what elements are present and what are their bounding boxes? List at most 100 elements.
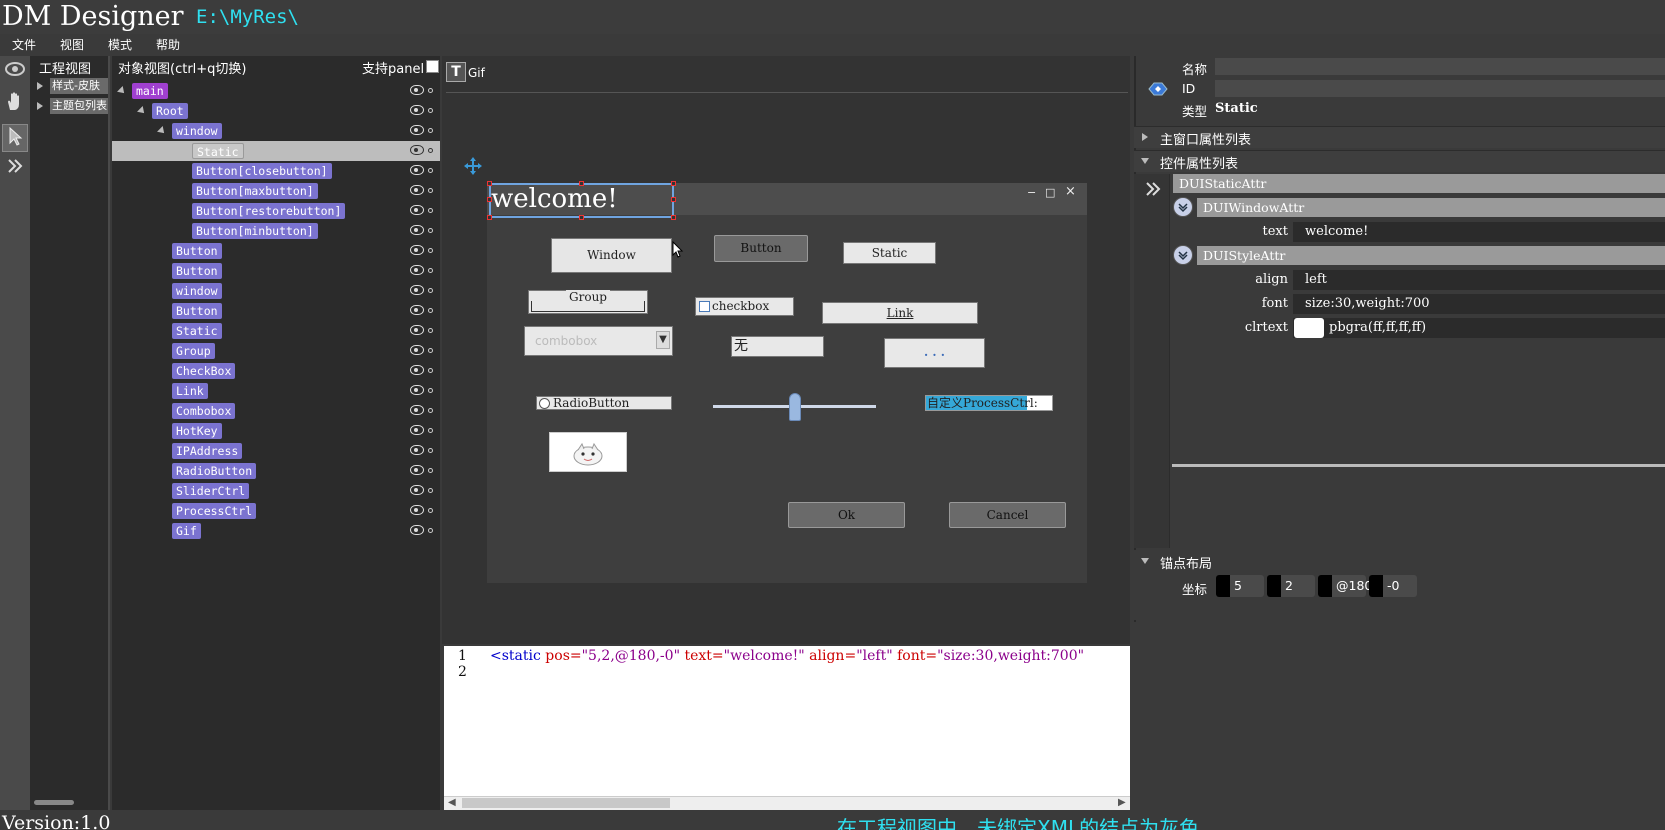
double-chevron-right-icon[interactable] [1145,180,1161,203]
tree-node[interactable]: Button[closebutton] [112,161,440,181]
anchor-y-field[interactable]: 2 [1267,575,1315,597]
id-field[interactable] [1215,80,1665,97]
tree-node[interactable]: main [112,81,440,101]
tree-node[interactable]: Button[maxbutton] [112,181,440,201]
lock-dot-icon[interactable] [428,228,433,233]
visibility-eye-icon[interactable] [410,125,424,135]
code-line[interactable]: <static pos="5,2,@180,-0" text="welcome!… [490,648,1084,664]
menu-help[interactable]: 帮助 [156,36,180,53]
resize-handle[interactable] [671,215,676,220]
tree-node-label[interactable]: window [172,123,222,139]
tree-node[interactable]: Button [112,241,440,261]
double-chevron-right-icon[interactable] [2,156,28,184]
selection-box[interactable] [489,183,674,218]
tree-node-label[interactable]: Button[restorebutton] [192,203,346,219]
visibility-eye-icon[interactable] [410,465,424,475]
visibility-eye-icon[interactable] [410,525,424,535]
lock-dot-icon[interactable] [428,328,433,333]
menu-view[interactable]: 视图 [60,36,84,53]
project-item-theme-list[interactable]: 主题包列表 [50,98,108,114]
tree-node-label[interactable]: IPAddress [172,443,243,459]
menu-mode[interactable]: 模式 [108,36,132,53]
attr-text-value[interactable]: welcome! [1293,222,1665,242]
tree-node-label[interactable]: ProcessCtrl [172,503,257,519]
lock-dot-icon[interactable] [428,128,433,133]
visibility-eye-icon[interactable] [410,105,424,115]
visibility-eye-icon[interactable] [410,485,424,495]
tree-node-label[interactable]: window [172,283,222,299]
visibility-eye-icon[interactable] [410,185,424,195]
lock-dot-icon[interactable] [428,168,433,173]
tree-node[interactable]: Gif [112,521,440,541]
tree-node[interactable]: Static [112,321,440,341]
chevron-down-icon[interactable] [1173,245,1193,265]
tree-node-label[interactable]: Gif [172,523,201,539]
menu-file[interactable]: 文件 [12,36,36,53]
hand-icon[interactable] [2,90,28,118]
tree-node-label[interactable]: Root [152,103,188,119]
visibility-eye-icon[interactable] [410,265,424,275]
lock-dot-icon[interactable] [428,308,433,313]
resize-handle[interactable] [579,215,584,220]
visibility-eye-icon[interactable] [410,445,424,455]
color-swatch[interactable] [1294,318,1324,338]
tree-node[interactable]: Group [112,341,440,361]
tree-node[interactable]: window [112,281,440,301]
tree-node[interactable]: RadioButton [112,461,440,481]
checkbox-control[interactable]: checkbox [695,297,794,316]
tree-node-label[interactable]: Group [172,343,215,359]
lock-dot-icon[interactable] [428,428,433,433]
lock-dot-icon[interactable] [428,468,433,473]
tree-node-label[interactable]: Button [172,263,222,279]
tree-node-label[interactable]: RadioButton [172,463,257,479]
cancel-button[interactable]: Cancel [949,502,1066,528]
lock-dot-icon[interactable] [428,508,433,513]
resize-handle[interactable] [579,181,584,186]
minimize-icon[interactable]: − [1027,186,1036,199]
tree-node-label[interactable]: main [132,83,168,99]
collapse-arrow-icon[interactable] [1141,158,1149,164]
lock-dot-icon[interactable] [428,148,433,153]
tree-node-label[interactable]: Button[minbutton] [192,223,318,239]
resize-handle[interactable] [671,181,676,186]
tree-node[interactable]: Button [112,261,440,281]
lock-dot-icon[interactable] [428,268,433,273]
expand-arrow-icon[interactable] [137,106,147,116]
link-control[interactable]: Link [822,302,978,324]
visibility-eye-icon[interactable] [410,145,424,155]
navigate-icon[interactable] [1148,82,1168,96]
tree-node[interactable]: Button[restorebutton] [112,201,440,221]
ok-button[interactable]: Ok [788,502,905,528]
lock-dot-icon[interactable] [428,288,433,293]
tree-node[interactable]: ProcessCtrl [112,501,440,521]
visibility-eye-icon[interactable] [410,285,424,295]
tree-node[interactable]: Link [112,381,440,401]
tree-node[interactable]: HotKey [112,421,440,441]
tree-node-label[interactable]: CheckBox [172,363,236,379]
scroll-right-icon[interactable]: ▶ [1118,797,1126,808]
lock-dot-icon[interactable] [428,528,433,533]
project-item-skin[interactable]: 样式-皮肤 [50,78,108,94]
visibility-eye-icon[interactable] [410,205,424,215]
tree-node[interactable]: Button [112,301,440,321]
collapse-arrow-icon[interactable] [1141,558,1149,564]
lock-dot-icon[interactable] [428,108,433,113]
move-cross-icon[interactable] [463,156,483,181]
tree-node[interactable]: Button[minbutton] [112,221,440,241]
visibility-eye-icon[interactable] [410,165,424,175]
expand-arrow-icon[interactable] [117,86,127,96]
visibility-eye-icon[interactable] [410,425,424,435]
eye-icon[interactable] [2,58,28,86]
ip-address-control[interactable]: . . . [884,338,985,368]
tree-node-label[interactable]: Button [172,303,222,319]
anchor-x-field[interactable]: 5 [1216,575,1264,597]
anchor-height-field[interactable]: -0 [1369,575,1417,597]
tree-node-label[interactable]: Link [172,383,208,399]
visibility-eye-icon[interactable] [410,505,424,515]
lock-dot-icon[interactable] [428,408,433,413]
tree-node[interactable]: CheckBox [112,361,440,381]
tree-node-label[interactable]: Combobox [172,403,236,419]
text-tool-icon[interactable]: T [446,62,466,82]
checkbox-box[interactable] [699,301,710,312]
resize-handle[interactable] [487,181,492,186]
